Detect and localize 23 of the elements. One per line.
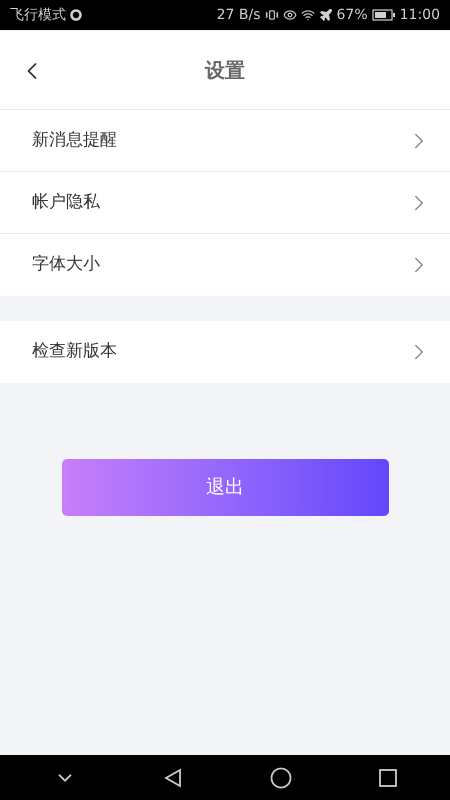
settings-label: 帐户隐私 <box>32 190 101 214</box>
logout-button[interactable]: 退出 <box>62 459 388 516</box>
recents-square-icon[interactable] <box>378 768 396 786</box>
record-icon <box>70 9 82 21</box>
airplane-mode-text: 飞行模式 <box>10 6 66 24</box>
airplane-icon <box>318 8 333 22</box>
back-triangle-icon[interactable] <box>162 768 182 788</box>
network-speed-text: 27 B/s <box>216 6 261 24</box>
eye-icon <box>282 8 297 22</box>
settings-row[interactable]: 新消息提醒 <box>0 110 450 172</box>
home-circle-icon[interactable] <box>270 766 292 788</box>
settings-label: 检查新版本 <box>32 340 118 364</box>
settings-row[interactable]: 检查新版本 <box>0 321 450 383</box>
settings-row[interactable]: 字体大小 <box>0 234 450 296</box>
settings-label: 字体大小 <box>32 253 101 276</box>
battery-percent-text: 67% <box>336 6 368 24</box>
clock-text: 11:00 <box>400 6 440 24</box>
settings-label: 新消息提醒 <box>32 128 118 152</box>
wifi-icon <box>300 8 315 22</box>
battery-icon <box>372 9 396 21</box>
page-title: 设置 <box>205 57 245 84</box>
settings-row[interactable]: 帐户隐私 <box>0 172 450 234</box>
vibrate-icon <box>264 8 279 22</box>
